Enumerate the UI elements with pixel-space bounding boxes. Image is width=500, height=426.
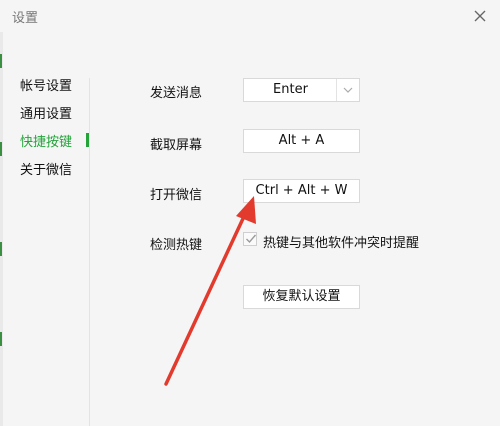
sidebar-item-account[interactable]: 帐号设置: [20, 75, 72, 94]
title-bar: 设置: [0, 0, 500, 32]
send-message-label: 发送消息: [150, 86, 203, 101]
screenshot-label: 截取屏幕: [150, 138, 203, 153]
detect-hotkey-label: 检测热键: [150, 238, 203, 253]
reset-defaults-button[interactable]: 恢复默认设置: [243, 285, 360, 309]
open-wechat-hotkey-value: Ctrl + Alt + W: [255, 183, 348, 198]
chevron-down-icon: [343, 87, 353, 93]
hotkey-conflict-checkbox[interactable]: [243, 232, 257, 246]
hotkey-conflict-checkbox-label[interactable]: 热键与其他软件冲突时提醒: [263, 232, 419, 251]
close-icon: [474, 10, 486, 22]
sidebar-item-general[interactable]: 通用设置: [20, 103, 72, 122]
send-message-value: Enter: [273, 82, 308, 97]
sidebar-divider: [89, 78, 90, 426]
sidebar-item-about[interactable]: 关于微信: [20, 159, 72, 178]
window-title: 设置: [12, 11, 39, 26]
close-button[interactable]: [470, 6, 490, 26]
open-wechat-hotkey-field[interactable]: Ctrl + Alt + W: [243, 179, 360, 203]
dropdown-toggle[interactable]: [336, 79, 359, 101]
send-message-select[interactable]: Enter: [243, 78, 360, 102]
sidebar-item-shortcuts[interactable]: 快捷按键: [20, 131, 72, 150]
screenshot-hotkey-value: Alt + A: [278, 133, 325, 148]
open-wechat-label: 打开微信: [150, 188, 203, 203]
checkmark-icon: [246, 234, 257, 244]
settings-window: 设置 帐号设置 通用设置 快捷按键 关于微信 发送消息 Enter 截取屏幕 A…: [0, 0, 500, 426]
screenshot-hotkey-field[interactable]: Alt + A: [243, 129, 360, 153]
